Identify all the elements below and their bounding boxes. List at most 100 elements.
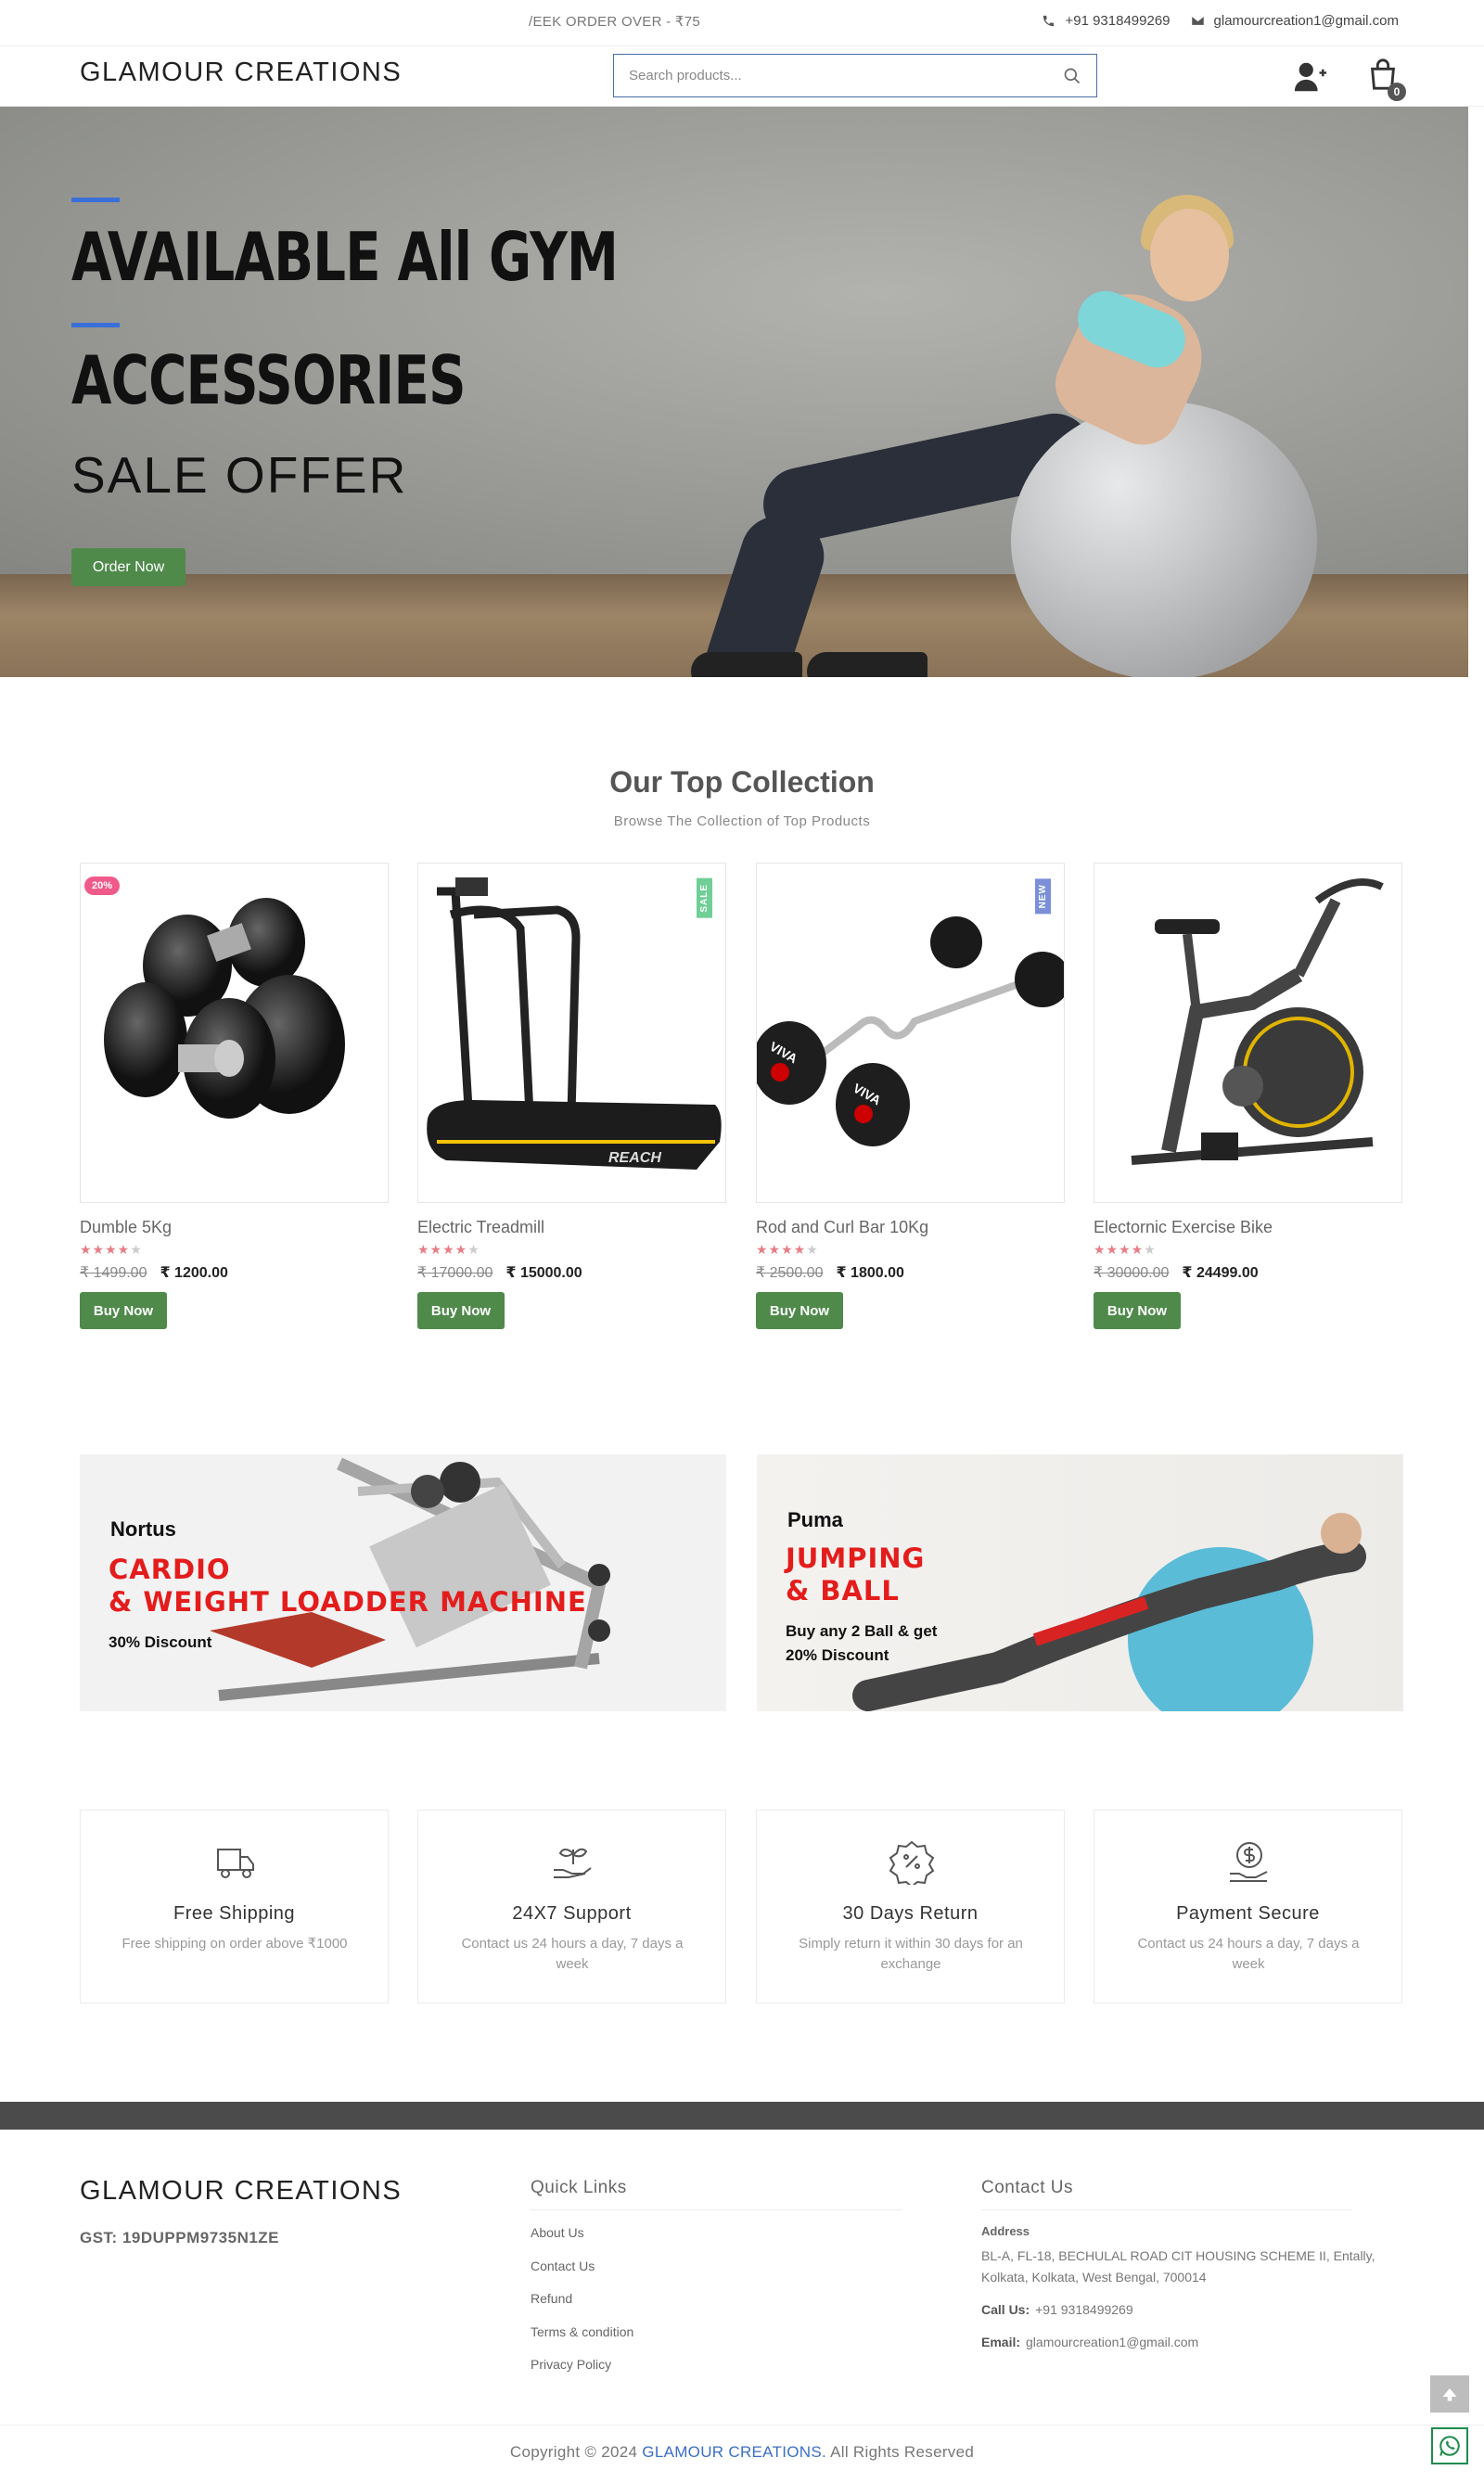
footer-call[interactable]: Call Us: +91 9318499269 <box>981 2302 1133 2317</box>
call-value: +91 9318499269 <box>1035 2302 1133 2317</box>
footer-email[interactable]: Email: glamourcreation1@gmail.com <box>981 2335 1198 2349</box>
footer-link-privacy[interactable]: Privacy Policy <box>531 2357 611 2372</box>
section-subtitle: Browse The Collection of Top Products <box>613 813 871 829</box>
top-bar: /EEK ORDER OVER - ₹75 +91 9318499269 gla… <box>0 0 1484 46</box>
whatsapp-icon <box>1439 2436 1460 2456</box>
rating-stars: ★★★★★ <box>80 1242 143 1257</box>
product-price: ₹ 2500.00 ₹ 1800.00 <box>756 1263 904 1282</box>
scroll-top-button[interactable] <box>1430 2375 1469 2413</box>
banner-promo: 30% Discount <box>109 1633 212 1651</box>
whatsapp-button[interactable] <box>1431 2427 1468 2464</box>
banner-title-2: & BALL <box>786 1575 900 1606</box>
header-actions: 0 <box>1293 58 1406 101</box>
hero-sale-offer: SALE OFFER <box>71 446 408 504</box>
current-price: ₹ 1800.00 <box>836 1265 904 1281</box>
footer-gst: GST: 19DUPPM9735N1ZE <box>80 2229 280 2246</box>
discount-badge: 20% <box>84 877 121 895</box>
old-price: ₹ 17000.00 <box>417 1265 493 1281</box>
search-icon[interactable] <box>1063 67 1081 85</box>
brand-logo[interactable]: GLAMOUR CREATIONS <box>80 58 402 88</box>
copyright: Copyright © 2024 GLAMOUR CREATIONS. All … <box>0 2443 1484 2462</box>
arrow-up-icon <box>1442 2388 1457 2401</box>
feature-support: 24X7 Support Contact us 24 hours a day, … <box>417 1810 726 2003</box>
section-title: Our Top Collection <box>609 765 875 799</box>
hero-headline-1: AVAILABLE All GYM <box>71 218 619 296</box>
product-card[interactable]: 20% Dumble 5Kg ★★★★★ ₹ 1499.00 ₹ 1200.00 … <box>80 863 389 1329</box>
curl-bar-image: VIVA VIVA <box>757 916 1064 1146</box>
product-card[interactable]: Electornic Exercise Bike ★★★★★ ₹ 30000.0… <box>1094 863 1402 1329</box>
dollar-hand-icon <box>1230 1842 1268 1882</box>
promo-banner-puma[interactable]: Puma JUMPING & BALL Buy any 2 Ball & get… <box>757 1454 1403 1711</box>
current-price: ₹ 15000.00 <box>505 1265 582 1281</box>
treadmill-image: REACH <box>427 877 722 1170</box>
hero-headline-2: ACCESSORIES <box>71 341 467 419</box>
call-label: Call Us: <box>981 2302 1030 2317</box>
banner-promo-2: 20% Discount <box>786 1646 889 1664</box>
product-name[interactable]: Electornic Exercise Bike <box>1094 1218 1273 1237</box>
copyright-suffix: All Rights Reserved <box>830 2443 975 2461</box>
order-now-button[interactable]: Order Now <box>71 548 186 586</box>
feature-title: 30 Days Return <box>842 1903 979 1924</box>
feature-desc: Contact us 24 hours a day, 7 days a week <box>461 1936 684 1972</box>
product-name[interactable]: Rod and Curl Bar 10Kg <box>756 1218 928 1237</box>
product-image[interactable]: 20% <box>80 863 389 1203</box>
promo-ticker: /EEK ORDER OVER - ₹75 <box>529 14 701 30</box>
footer-link-contact[interactable]: Contact Us <box>531 2259 595 2273</box>
exercise-bike-image <box>1131 878 1384 1165</box>
feature-return: 30 Days Return Simply return it within 3… <box>756 1810 1065 2003</box>
product-price: ₹ 1499.00 ₹ 1200.00 <box>80 1263 228 1282</box>
exercise-ball-image <box>1011 402 1317 677</box>
feature-desc: Free shipping on order above ₹1000 <box>122 1936 348 1952</box>
banner-title-2: & WEIGHT LOADDER MACHINE <box>109 1586 587 1618</box>
rating-stars: ★★★★★ <box>417 1242 480 1257</box>
feature-payment: Payment Secure Contact us 24 hours a day… <box>1094 1810 1402 2003</box>
banner-title-1: CARDIO <box>109 1554 231 1585</box>
footer-brand[interactable]: GLAMOUR CREATIONS <box>80 2176 402 2207</box>
cart-button[interactable]: 0 <box>1365 58 1406 101</box>
footer-divider <box>981 2209 1352 2210</box>
product-image[interactable] <box>1094 863 1402 1203</box>
footer-link-terms[interactable]: Terms & condition <box>531 2324 633 2339</box>
copyright-prefix: Copyright © 2024 <box>509 2443 638 2461</box>
top-phone[interactable]: +91 9318499269 <box>1042 13 1171 29</box>
sale-badge: SALE <box>697 878 712 918</box>
dumbbell-image <box>104 898 345 1119</box>
top-phone-text: +91 9318499269 <box>1065 13 1171 29</box>
product-price: ₹ 30000.00 ₹ 24499.00 <box>1094 1263 1259 1282</box>
copyright-brand-link[interactable]: GLAMOUR CREATIONS. <box>642 2443 826 2461</box>
product-name[interactable]: Dumble 5Kg <box>80 1218 172 1237</box>
current-price: ₹ 1200.00 <box>160 1265 228 1281</box>
product-price: ₹ 17000.00 ₹ 15000.00 <box>417 1263 582 1282</box>
banner-brand: Nortus <box>110 1517 176 1541</box>
buy-now-button[interactable]: Buy Now <box>1094 1292 1181 1329</box>
hero-accent-line <box>71 198 120 202</box>
product-image[interactable]: REACH SALE <box>417 863 726 1203</box>
old-price: ₹ 30000.00 <box>1094 1265 1170 1281</box>
top-email[interactable]: glamourcreation1@gmail.com <box>1191 13 1399 29</box>
search-input[interactable] <box>629 68 1063 83</box>
buy-now-button[interactable]: Buy Now <box>80 1292 167 1329</box>
product-image[interactable]: VIVA VIVA NEW <box>756 863 1065 1203</box>
product-card[interactable]: VIVA VIVA NEW Rod and Curl Bar 10Kg ★★★★… <box>756 863 1065 1329</box>
plant-hand-icon <box>554 1848 592 1878</box>
feature-title: 24X7 Support <box>512 1903 632 1924</box>
feature-desc: Contact us 24 hours a day, 7 days a week <box>1137 1936 1360 1972</box>
search-box[interactable] <box>613 54 1097 97</box>
footer-link-about[interactable]: About Us <box>531 2225 584 2240</box>
buy-now-button[interactable]: Buy Now <box>417 1292 505 1329</box>
envelope-icon <box>1191 17 1204 25</box>
buy-now-button[interactable]: Buy Now <box>756 1292 843 1329</box>
phone-icon <box>1043 15 1055 27</box>
promo-banner-nortus[interactable]: Nortus CARDIO & WEIGHT LOADDER MACHINE 3… <box>80 1454 726 1711</box>
truck-icon <box>217 1849 254 1878</box>
rating-stars: ★★★★★ <box>756 1242 819 1257</box>
new-badge: NEW <box>1035 878 1051 915</box>
address-label: Address <box>981 2224 1030 2238</box>
hero-figure-head <box>1150 209 1229 301</box>
current-price: ₹ 24499.00 <box>1182 1265 1259 1281</box>
product-name[interactable]: Electric Treadmill <box>417 1218 544 1237</box>
product-card[interactable]: REACH SALE Electric Treadmill ★★★★★ ₹ 17… <box>417 863 726 1329</box>
top-contact: +91 9318499269 glamourcreation1@gmail.co… <box>1042 13 1399 29</box>
add-user-icon[interactable] <box>1293 60 1328 94</box>
footer-link-refund[interactable]: Refund <box>531 2291 572 2306</box>
